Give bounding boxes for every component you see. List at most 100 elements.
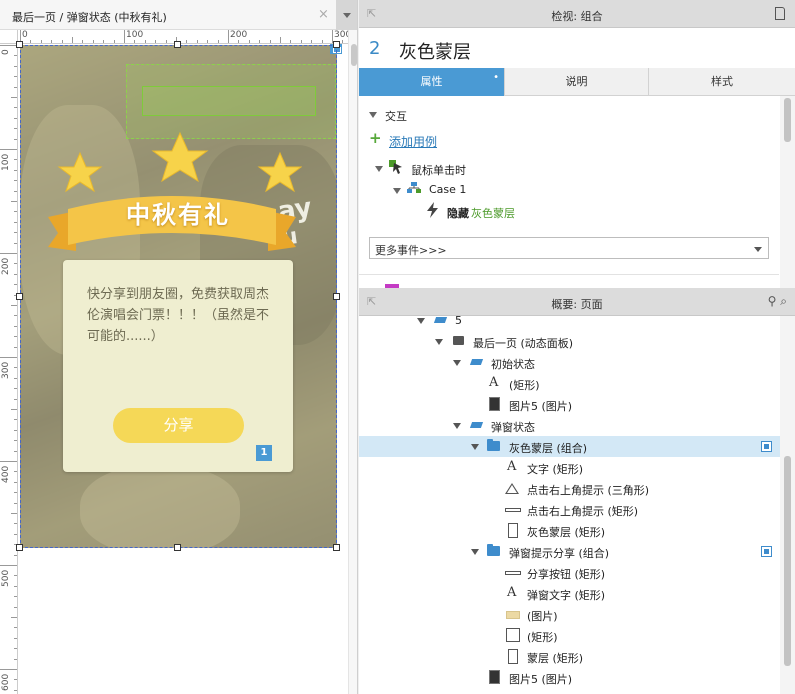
chevron-down-icon[interactable]	[393, 188, 401, 194]
state-icon	[469, 359, 484, 365]
tree-item[interactable]: 图片5 (图片)	[359, 394, 780, 415]
widget-name-row: 2 灰色蒙层	[359, 28, 795, 68]
tab-dropdown-button[interactable]	[336, 0, 357, 30]
tab-label: 样式	[711, 75, 733, 88]
scrollbar-thumb[interactable]	[784, 98, 791, 142]
add-case-link[interactable]: 添加用例	[389, 133, 437, 150]
canvas-scrollbar[interactable]	[348, 30, 357, 694]
canvas-tab-bar: 最后一页 / 弹窗状态 (中秋有礼) ×	[0, 0, 357, 30]
image-icon	[506, 611, 520, 619]
tree-item[interactable]: 点击右上角提示 (矩形)	[359, 499, 780, 520]
ruler-tick	[14, 377, 17, 379]
tree-item-label: 弹窗提示分享 (组合)	[509, 547, 610, 560]
tree-item[interactable]: 弹窗状态	[359, 415, 780, 436]
visibility-checkbox[interactable]	[761, 441, 772, 452]
horizontal-ruler[interactable]: 0 100 200 300	[18, 30, 348, 44]
ruler-tick	[14, 658, 17, 660]
tab-style[interactable]: 样式	[649, 68, 795, 96]
chevron-down-icon[interactable]	[369, 112, 377, 118]
tree-item[interactable]: (矩形)	[359, 625, 780, 646]
chevron-down-icon[interactable]	[375, 166, 383, 172]
resize-handle[interactable]	[16, 41, 23, 48]
chevron-down-icon[interactable]	[471, 444, 479, 450]
filter-icon[interactable]: ⚲	[768, 294, 777, 308]
ruler-tick	[0, 149, 17, 150]
chevron-down-icon[interactable]	[453, 423, 461, 429]
tree-item[interactable]: 图片5 (图片)	[359, 667, 780, 688]
ruler-tick	[14, 107, 17, 109]
ruler-tick	[14, 86, 17, 88]
ruler-tick	[14, 481, 17, 483]
share-button[interactable]: 分享	[113, 408, 244, 443]
tree-item-selected[interactable]: 灰色蒙层 (组合)	[359, 436, 780, 457]
interaction-badge[interactable]: 1	[256, 445, 272, 461]
section-interactions[interactable]: 交互	[385, 108, 407, 124]
tree-item[interactable]: 初始状态	[359, 352, 780, 373]
ruler-tick	[0, 461, 17, 462]
properties-pane: 交互 + 添加用例 鼠标单击时 Case 1 隐藏 灰色蒙层 更多事件>>>	[359, 96, 795, 288]
ruler-tick	[238, 40, 240, 43]
properties-scrollbar[interactable]	[780, 96, 795, 288]
ruler-tick	[82, 40, 84, 43]
tree-item[interactable]: A (矩形)	[359, 373, 780, 394]
ruler-tick	[14, 242, 17, 244]
tree-item[interactable]: 蒙层 (矩形)	[359, 646, 780, 667]
ruler-label: 0	[22, 30, 28, 40]
ruler-tick	[14, 76, 17, 78]
ruler-tick	[103, 40, 105, 43]
resize-handle[interactable]	[174, 41, 181, 48]
tree-item[interactable]: 分享按钮 (矩形)	[359, 562, 780, 583]
artboard[interactable]: ay u 中秋有礼 快分享到朋友圈，免费获取周杰伦演唱会门票！！！（虽然是不可能…	[20, 45, 337, 548]
plus-icon[interactable]: +	[369, 129, 382, 147]
tree-item[interactable]: 最后一页 (动态面板)	[359, 331, 780, 352]
ruler-tick	[207, 40, 209, 43]
visibility-checkbox[interactable]	[761, 546, 772, 557]
ruler-tick	[11, 513, 17, 514]
close-icon[interactable]: ×	[318, 7, 329, 22]
scrollbar-thumb[interactable]	[784, 456, 791, 666]
tree-item[interactable]: 5	[359, 316, 780, 331]
popup-card[interactable]: 快分享到朋友圈，免费获取周杰伦演唱会门票！！！（虽然是不可能的......） 分…	[63, 260, 293, 472]
action-target[interactable]: 灰色蒙层	[471, 205, 515, 221]
outline-scrollbar[interactable]	[780, 316, 795, 694]
outline-tree: 5 最后一页 (动态面板) 初始状态 A (矩形) 图片5 (图片) 弹窗状态	[359, 316, 795, 694]
chevron-down-icon[interactable]	[471, 549, 479, 555]
resize-handle[interactable]	[333, 293, 340, 300]
more-events-select[interactable]: 更多事件>>>	[369, 237, 769, 259]
tree-item-label: 点击右上角提示 (三角形)	[527, 484, 650, 497]
document-icon[interactable]	[775, 7, 785, 20]
hint-rect-widget[interactable]	[142, 86, 316, 116]
chevron-down-icon[interactable]	[453, 360, 461, 366]
ruler-tick	[14, 492, 17, 494]
tab-notes[interactable]: 说明	[505, 68, 649, 96]
chevron-down-icon[interactable]	[417, 318, 425, 324]
resize-handle[interactable]	[16, 544, 23, 551]
tab-properties[interactable]: 属性 •	[359, 68, 505, 96]
resize-handle[interactable]	[16, 293, 23, 300]
tree-item[interactable]: 弹窗提示分享 (组合)	[359, 541, 780, 562]
ruler-tick	[14, 325, 17, 327]
tree-item[interactable]: 灰色蒙层 (矩形)	[359, 520, 780, 541]
scrollbar-thumb[interactable]	[351, 44, 357, 66]
ruler-tick	[269, 40, 271, 43]
tree-item[interactable]: A 弹窗文字 (矩形)	[359, 583, 780, 604]
event-click[interactable]: 鼠标单击时	[411, 162, 466, 178]
tree-item[interactable]: 点击右上角提示 (三角形)	[359, 478, 780, 499]
ruler-tick	[155, 40, 157, 43]
action-hide[interactable]: 隐藏	[447, 205, 469, 221]
resize-handle[interactable]	[333, 544, 340, 551]
tree-item[interactable]: A 文字 (矩形)	[359, 457, 780, 478]
case-item[interactable]: Case 1	[429, 183, 466, 196]
chevron-down-icon[interactable]	[435, 339, 443, 345]
ruler-label: 400	[1, 465, 11, 483]
resize-handle[interactable]	[174, 544, 181, 551]
ruler-tick	[14, 180, 17, 182]
widget-name-field[interactable]: 灰色蒙层	[399, 38, 471, 64]
ruler-tick	[0, 45, 17, 46]
search-icon[interactable]: ⌕	[780, 294, 787, 308]
vertical-ruler[interactable]: 0 100 200 300 400 500 600	[0, 44, 18, 694]
canvas-tab-title[interactable]: 最后一页 / 弹窗状态 (中秋有礼)	[12, 9, 167, 25]
outline-title: 概要: 页面	[551, 298, 603, 311]
tree-item[interactable]: (图片)	[359, 604, 780, 625]
resize-handle[interactable]	[333, 41, 340, 48]
